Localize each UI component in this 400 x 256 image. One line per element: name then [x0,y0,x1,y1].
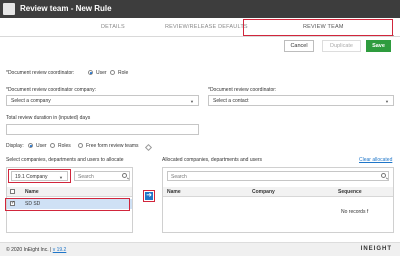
window-title: Review team - New Rule [20,4,112,13]
highlight-box-company-filter [8,169,71,183]
clear-allocated-link[interactable]: Clear allocated [359,157,392,163]
right-panel-title: Allocated companies, departments and use… [162,157,263,163]
company-select-value: Select a company [11,98,51,104]
right-grid-header: Name Company Sequence [163,187,393,197]
save-button[interactable]: Save [366,40,391,52]
chevron-down-icon: ▼ [385,99,389,104]
version-link[interactable]: v 19.2 [53,247,67,253]
coordinator-select-value: Select a contact [213,98,249,104]
right-col-sequence: Sequence [338,189,362,195]
coordinator-type-label: *Document review coordinator: [6,70,75,76]
left-col-name: Name [25,189,39,195]
allocate-button[interactable]: ➜ [143,190,155,202]
tab-details[interactable]: DETAILS [101,24,125,30]
coordinator-select[interactable]: Select a contact ▼ [208,95,394,106]
footer: © 2020 InEight Inc. | v 19.2 INEIGHT [0,242,400,256]
duration-label: Total review duration in (inputed) days [6,115,91,121]
search-icon [122,173,127,178]
cancel-button[interactable]: Cancel [284,40,314,52]
radio-display-roles-label: Roles [58,143,71,149]
highlight-box-row [5,198,130,211]
highlight-box-tab [243,19,393,36]
right-col-company: Company [252,189,275,195]
left-panel-title: Select companies, departments and users … [6,157,124,163]
duration-input[interactable] [6,124,199,135]
left-search-input[interactable]: Search [74,171,130,181]
radio-role-label: Role [118,70,129,76]
chevron-down-icon: ▼ [190,99,194,104]
radio-user[interactable] [88,70,93,75]
radio-display-free-form[interactable] [78,143,83,148]
radio-display-user-label: User [36,143,47,149]
brand-logo: INEIGHT [360,246,392,252]
select-all-checkbox[interactable] [10,189,15,194]
right-search-placeholder: Search [171,174,187,180]
edit-icon[interactable] [144,143,153,152]
company-select-label: *Document review coordinator company: [6,87,97,93]
radio-display-roles[interactable] [50,143,55,148]
duplicate-button[interactable]: Duplicate [322,40,361,52]
radio-display-user[interactable] [28,143,33,148]
company-select[interactable]: Select a company ▼ [6,95,199,106]
empty-state-text: No records f [341,209,369,215]
right-col-name: Name [167,189,181,195]
coordinator-select-label: *Document review coordinator: [208,87,277,93]
copyright-text: © 2020 InEight Inc. [6,247,49,253]
radio-user-label: User [96,70,107,76]
footer-text: © 2020 InEight Inc. | v 19.2 [6,247,66,253]
arrow-right-icon: ➜ [145,192,153,200]
radio-role[interactable] [110,70,115,75]
radio-display-free-form-label: Free form review teams [86,143,139,149]
left-search-placeholder: Search [78,174,94,180]
left-grid-header: Name [7,187,132,197]
title-bar: Review team - New Rule [0,0,400,18]
right-search-input[interactable]: Search [167,171,389,181]
app-logo-icon [3,3,15,15]
tab-review-release-defaults[interactable]: REVIEW/RELEASE DEFAULTS [165,24,248,30]
search-icon [381,173,386,178]
display-label: Display: [6,143,24,149]
